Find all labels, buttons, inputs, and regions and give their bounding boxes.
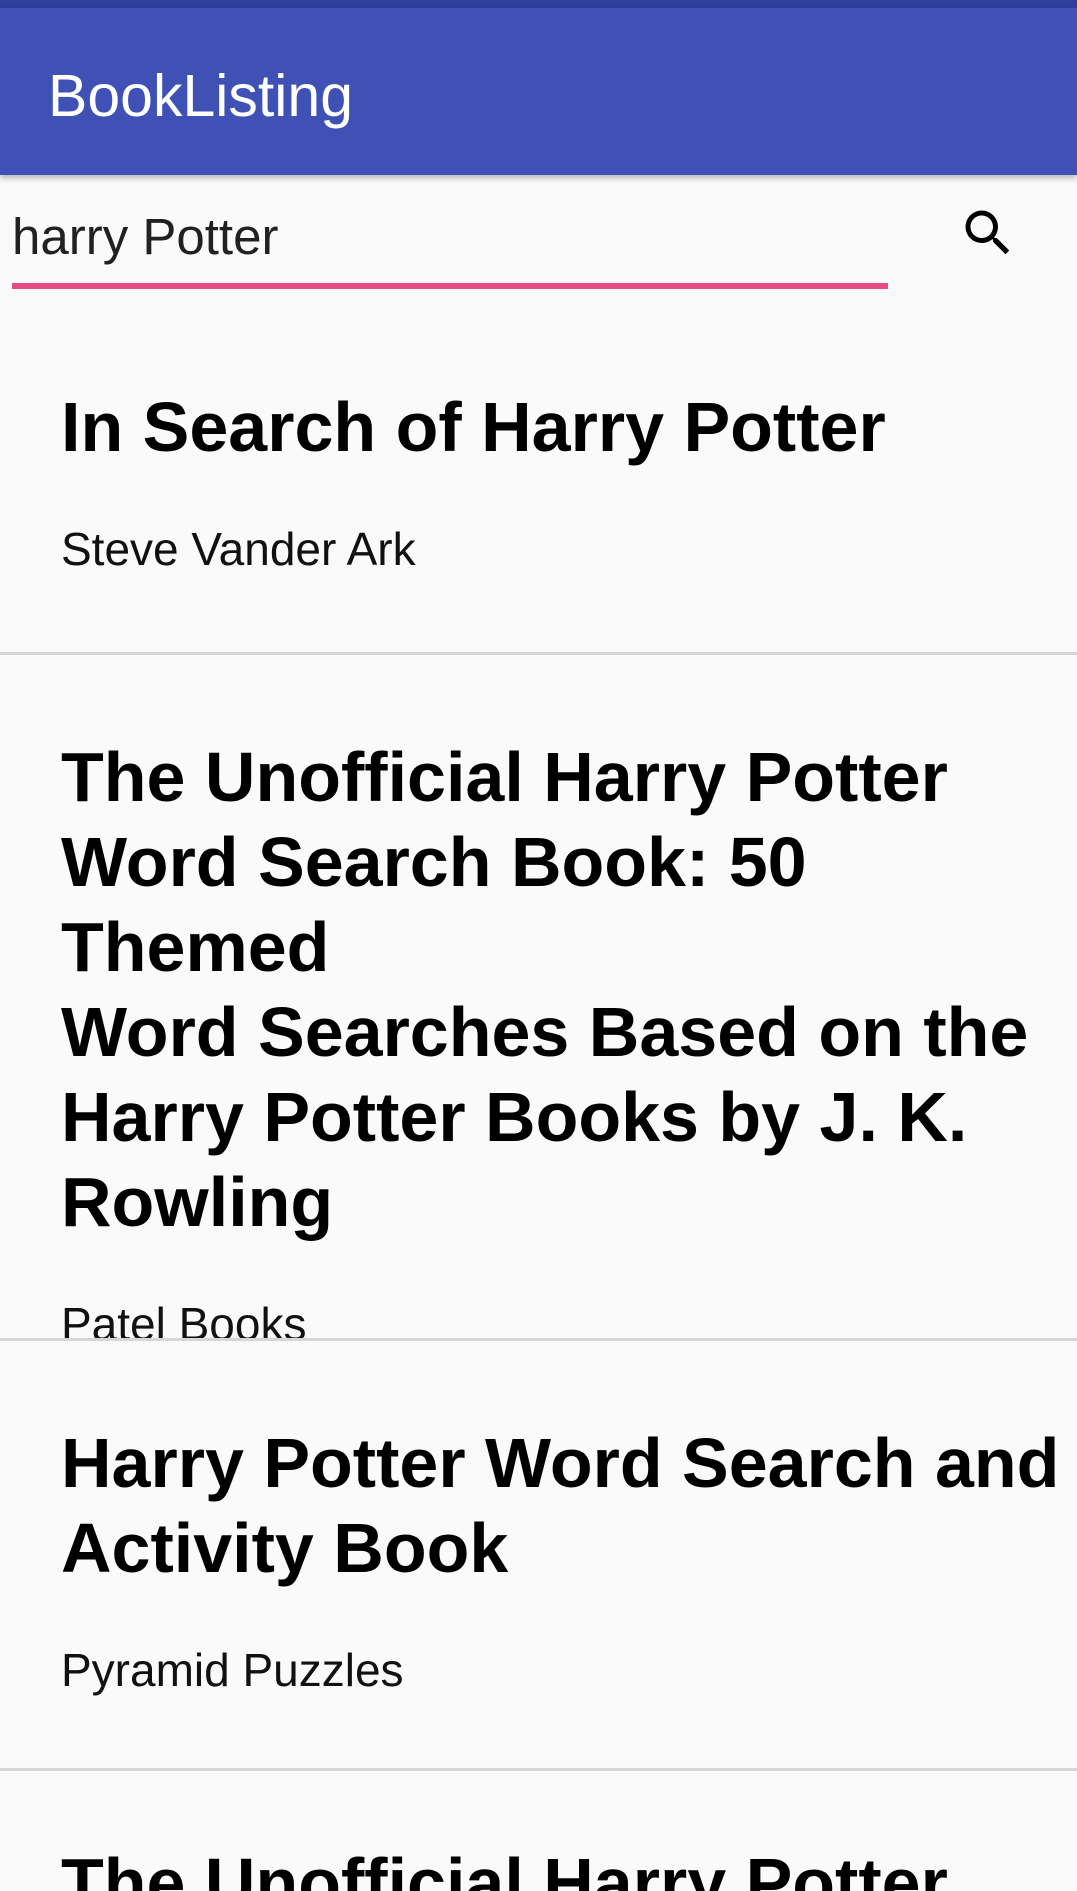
book-title: The Unofficial Harry Potter Word Search … (61, 738, 1029, 1241)
book-title: The Unofficial Harry Potter (61, 1844, 948, 1891)
book-list-item[interactable]: In Search of Harry Potter Steve Vander A… (0, 305, 1077, 655)
search-button[interactable] (948, 195, 1028, 275)
search-row (0, 175, 1077, 305)
book-author: Steve Vander Ark (61, 523, 416, 575)
book-title: In Search of Harry Potter (61, 388, 886, 466)
book-author: Patel Books (61, 1298, 307, 1341)
book-list: In Search of Harry Potter Steve Vander A… (0, 305, 1077, 1891)
search-icon (958, 203, 1018, 268)
book-list-item[interactable]: Harry Potter Word Search and Activity Bo… (0, 1341, 1077, 1771)
app-title: BookListing (48, 63, 354, 129)
app-bar: BookListing (0, 8, 1077, 175)
book-list-item[interactable]: The Unofficial Harry Potter Word Search … (0, 655, 1077, 1341)
status-bar (0, 0, 1077, 8)
book-list-item[interactable]: The Unofficial Harry Potter (0, 1771, 1077, 1891)
book-author: Pyramid Puzzles (61, 1644, 404, 1696)
search-input-underline (12, 283, 888, 289)
search-input[interactable] (12, 205, 887, 267)
book-title: Harry Potter Word Search and Activity Bo… (61, 1424, 1060, 1587)
